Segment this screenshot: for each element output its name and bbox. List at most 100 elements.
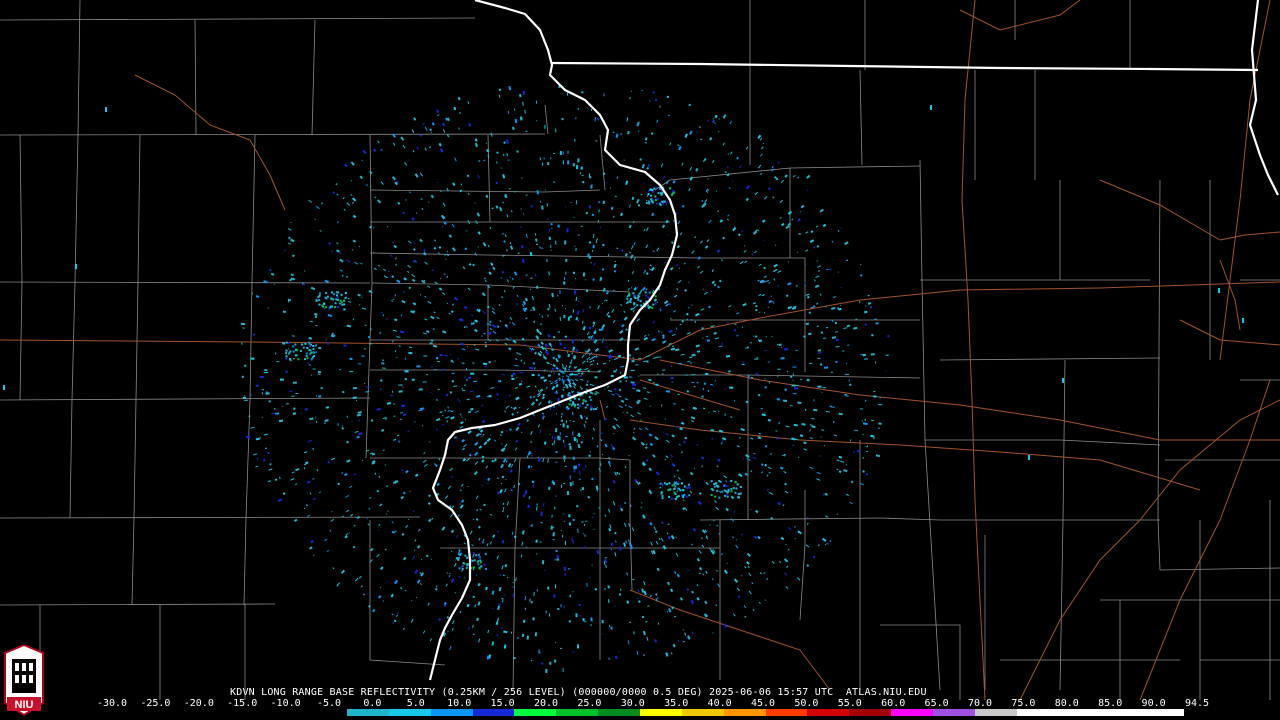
echo-pixel: [877, 427, 880, 429]
echo-pixel: [496, 477, 499, 480]
echo-pixel: [717, 458, 721, 462]
echo-pixel: [312, 477, 315, 480]
echo-pixel: [755, 372, 758, 375]
echo-pixel: [514, 364, 519, 367]
echo-pixel: [310, 351, 313, 354]
echo-pixel: [647, 164, 651, 167]
echo-pixel: [831, 228, 833, 230]
echo-pixel: [412, 150, 415, 153]
echo-pixel: [473, 559, 476, 562]
echo-pixel: [864, 358, 869, 360]
echo-pixel: [643, 581, 646, 586]
echo-pixel: [879, 396, 881, 399]
echo-pixel: [250, 357, 255, 360]
echo-pixel: [843, 469, 848, 473]
echo-pixel: [692, 528, 697, 532]
echo-pixel: [594, 392, 597, 395]
echo-pixel: [610, 206, 614, 210]
echo-pixel: [623, 310, 626, 313]
echo-pixel: [516, 411, 519, 414]
echo-pixel: [710, 480, 713, 483]
echo-pixel: [803, 448, 808, 451]
echo-pixel: [562, 375, 564, 378]
echo-pixel: [784, 490, 789, 494]
echo-pixel: [459, 504, 464, 509]
echo-pixel: [548, 304, 551, 309]
echo-pixel: [583, 533, 585, 535]
echo-pixel: [748, 572, 752, 577]
echo-pixel: [290, 273, 294, 277]
echo-pixel: [75, 264, 77, 269]
echo-pixel: [875, 361, 877, 364]
echo-pixel: [621, 324, 625, 328]
echo-pixel: [661, 494, 664, 497]
echo-pixel: [461, 348, 466, 351]
echo-pixel: [777, 285, 780, 287]
echo-pixel: [467, 485, 469, 488]
echo-pixel: [508, 394, 511, 397]
echo-pixel: [377, 199, 382, 204]
echo-pixel: [764, 445, 768, 448]
echo-pixel: [268, 400, 271, 403]
echo-pixel: [380, 566, 384, 570]
echo-pixel: [702, 288, 704, 290]
echo-pixel: [743, 250, 747, 253]
echo-pixel: [542, 458, 545, 463]
echo-pixel: [578, 615, 581, 617]
echo-pixel: [571, 537, 573, 542]
echo-pixel: [519, 406, 521, 409]
echo-pixel: [591, 437, 594, 440]
echo-pixel: [505, 460, 508, 463]
echo-pixel: [690, 416, 696, 420]
echo-pixel: [646, 391, 651, 394]
echo-pixel: [553, 372, 555, 374]
echo-pixel: [433, 246, 437, 250]
echo-pixel: [366, 386, 371, 388]
echo-pixel: [766, 474, 769, 477]
echo-pixel: [476, 212, 481, 217]
echo-pixel: [324, 419, 329, 422]
echo-pixel: [312, 447, 314, 451]
echo-pixel: [628, 621, 632, 623]
echo-pixel: [426, 374, 428, 376]
echo-pixel: [295, 483, 298, 486]
echo-pixel: [501, 443, 503, 445]
echo-pixel: [831, 336, 837, 339]
echo-pixel: [750, 377, 753, 379]
echo-pixel: [813, 408, 818, 412]
echo-pixel: [714, 500, 717, 503]
echo-pixel: [706, 335, 709, 338]
echo-pixel: [623, 522, 627, 527]
echo-pixel: [502, 201, 504, 204]
echo-pixel: [662, 545, 667, 550]
radar-map[interactable]: [0, 0, 1280, 720]
echo-pixel: [805, 293, 810, 296]
echo-pixel: [636, 650, 639, 656]
echo-pixel: [369, 170, 373, 175]
echo-pixel: [498, 94, 501, 98]
echo-pixel: [487, 482, 489, 485]
echo-pixel: [285, 370, 288, 373]
echo-pixel: [646, 360, 649, 363]
echo-pixel: [665, 219, 669, 224]
echo-pixel: [566, 491, 570, 496]
echo-pixel: [770, 452, 772, 456]
echo-pixel: [563, 276, 565, 280]
echo-pixel: [866, 445, 869, 448]
echo-pixel: [673, 483, 676, 486]
echo-pixel: [578, 300, 580, 302]
echo-pixel: [312, 345, 315, 347]
echo-pixel: [302, 346, 305, 349]
echo-pixel: [459, 553, 462, 556]
echo-pixel: [324, 422, 326, 425]
echo-pixel: [574, 403, 577, 406]
echo-pixel: [741, 326, 744, 328]
echo-pixel: [713, 283, 717, 287]
echo-pixel: [475, 432, 481, 437]
echo-pixel: [817, 349, 821, 352]
echo-pixel: [474, 138, 478, 142]
echo-pixel: [313, 554, 315, 556]
echo-pixel: [654, 199, 657, 202]
echo-pixel: [659, 486, 662, 489]
highway-line: [1019, 399, 1280, 701]
